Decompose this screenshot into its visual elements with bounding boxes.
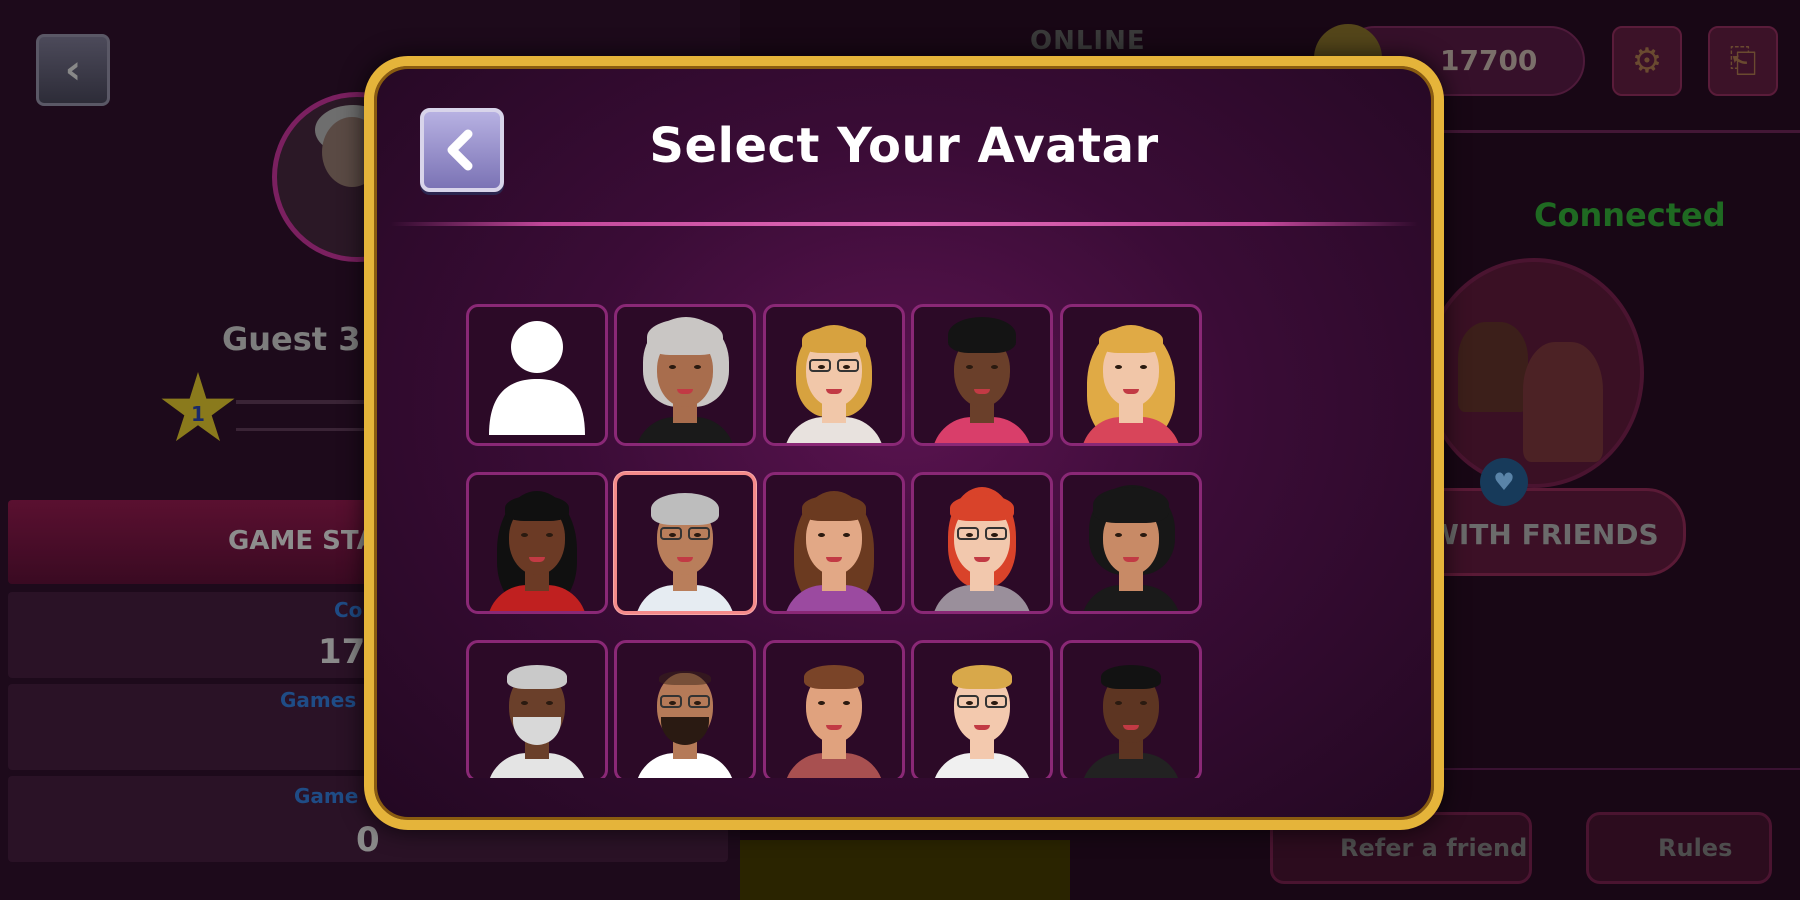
avatar-grid xyxy=(374,274,1434,778)
section-divider xyxy=(1440,768,1800,770)
avatar-portrait xyxy=(469,643,605,778)
avatar-portrait xyxy=(766,475,902,611)
avatar-portrait xyxy=(914,475,1050,611)
stat-label: Games xyxy=(280,688,357,712)
play-with-friends-label: WITH FRIENDS xyxy=(1428,518,1659,551)
level-number: 1 xyxy=(191,402,205,426)
avatar-option[interactable] xyxy=(614,472,756,614)
person-silhouette-icon xyxy=(489,321,585,435)
stats-title: GAME STA xyxy=(228,526,377,556)
avatar-modal: Select Your Avatar xyxy=(364,56,1444,830)
avatar-option[interactable] xyxy=(614,304,756,446)
title-divider xyxy=(390,222,1418,226)
avatar-portrait xyxy=(617,475,753,611)
avatar-option[interactable] xyxy=(1060,640,1202,778)
header-divider xyxy=(1440,130,1800,133)
bottom-strip xyxy=(740,840,1070,900)
avatar-portrait xyxy=(914,307,1050,443)
avatar-portrait xyxy=(1063,307,1199,443)
avatar-option[interactable] xyxy=(1060,304,1202,446)
modal-title: Select Your Avatar xyxy=(649,118,1159,174)
avatar-portrait xyxy=(766,643,902,778)
back-button[interactable]: ‹ xyxy=(36,34,110,106)
exit-button[interactable]: ⎗ xyxy=(1708,26,1778,96)
avatar-portrait xyxy=(617,307,753,443)
stat-value: 0 xyxy=(356,820,380,860)
avatar-option[interactable] xyxy=(763,640,905,778)
chevron-left-icon: ‹ xyxy=(64,47,82,93)
avatar-option[interactable] xyxy=(911,472,1053,614)
avatar-option[interactable] xyxy=(466,640,608,778)
coin-amount: 17700 xyxy=(1440,44,1538,77)
exit-icon: ⎗ xyxy=(1729,41,1757,81)
rules-label: Rules xyxy=(1658,834,1733,862)
avatar-portrait xyxy=(1063,643,1199,778)
stat-label: Co xyxy=(334,598,363,622)
avatar-option[interactable] xyxy=(911,304,1053,446)
avatar-option[interactable] xyxy=(1060,472,1202,614)
avatar-option[interactable] xyxy=(911,640,1053,778)
settings-button[interactable]: ⚙ xyxy=(1612,26,1682,96)
connection-status: Connected xyxy=(1534,196,1726,234)
avatar-portrait xyxy=(1063,475,1199,611)
online-label: ONLINE xyxy=(1030,26,1146,56)
avatar-portrait xyxy=(469,475,605,611)
avatar-portrait xyxy=(766,307,902,443)
heart-icon: ♥ xyxy=(1480,458,1528,506)
player-name: Guest 3 xyxy=(222,320,361,358)
gear-icon: ⚙ xyxy=(1631,41,1663,81)
avatar-option[interactable] xyxy=(614,640,756,778)
avatar-option[interactable] xyxy=(763,304,905,446)
avatar-option[interactable] xyxy=(466,472,608,614)
friends-illustration xyxy=(1424,258,1644,488)
avatar-portrait xyxy=(617,643,753,778)
avatar-option[interactable] xyxy=(466,304,608,446)
avatar-option[interactable] xyxy=(763,472,905,614)
refer-friend-label: Refer a friend xyxy=(1340,834,1528,862)
avatar-portrait xyxy=(914,643,1050,778)
stat-label: Game xyxy=(294,784,359,808)
